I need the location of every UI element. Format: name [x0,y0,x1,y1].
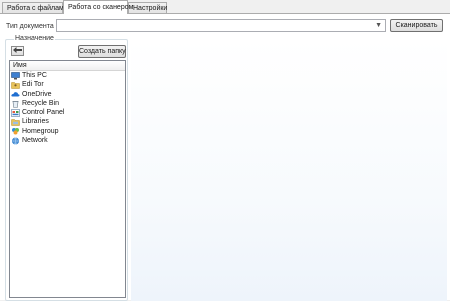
computer-icon [11,71,20,80]
doc-type-select[interactable]: ▼ [56,19,386,32]
list-item[interactable]: Network [10,136,125,145]
list-item[interactable]: Libraries [10,117,125,126]
list-item[interactable]: This PC [10,71,125,80]
list-item[interactable]: Control Panel [10,108,125,117]
network-icon [11,136,20,145]
scan-button[interactable]: Сканировать [390,19,443,32]
list-item-label: Network [22,137,48,145]
tab-scanner[interactable]: Работа со сканером [63,0,133,14]
destination-legend: Назначение [14,35,55,42]
tab-files[interactable]: Работа с файлами [2,2,68,13]
list-item[interactable]: Homegroup [10,127,125,136]
destination-group: Назначение Создать папку Имя This PC Edi… [5,35,128,301]
list-item[interactable]: OneDrive [10,90,125,99]
tab-bar: Работа с файлами Работа со сканером Наст… [0,0,450,14]
arrow-left-icon[interactable] [11,46,24,56]
cloud-icon [11,90,20,98]
dropdown-arrow-icon: ▼ [375,22,382,29]
list-item[interactable]: Recycle Bin [10,99,125,108]
doc-type-label: Тип документа [6,23,54,30]
list-item-label: This PC [22,72,47,79]
list-item-label: Homegroup [22,127,59,135]
tab-settings[interactable]: Настройки [128,2,167,13]
list-item[interactable]: Edi Tor [10,80,125,89]
user-folder-icon [11,81,20,89]
scan-preview-area [131,39,447,301]
list-item-label: Libraries [22,118,49,126]
scanner-panel: Тип документа ▼ Сканировать Назначение С… [0,13,450,301]
new-folder-button[interactable]: Создать папку [78,45,126,58]
list-item-label: Edi Tor [22,81,44,89]
homegroup-icon [11,127,20,135]
libraries-icon [11,118,20,126]
folder-list[interactable]: Имя This PC Edi Tor OneDrive Recycle Bin… [9,60,126,298]
list-item-label: Control Panel [22,109,65,117]
column-header-name[interactable]: Имя [10,61,125,71]
list-item-label: Recycle Bin [22,99,59,107]
control-panel-icon [11,109,20,117]
list-item-label: OneDrive [22,90,52,98]
recycle-bin-icon [11,100,20,108]
